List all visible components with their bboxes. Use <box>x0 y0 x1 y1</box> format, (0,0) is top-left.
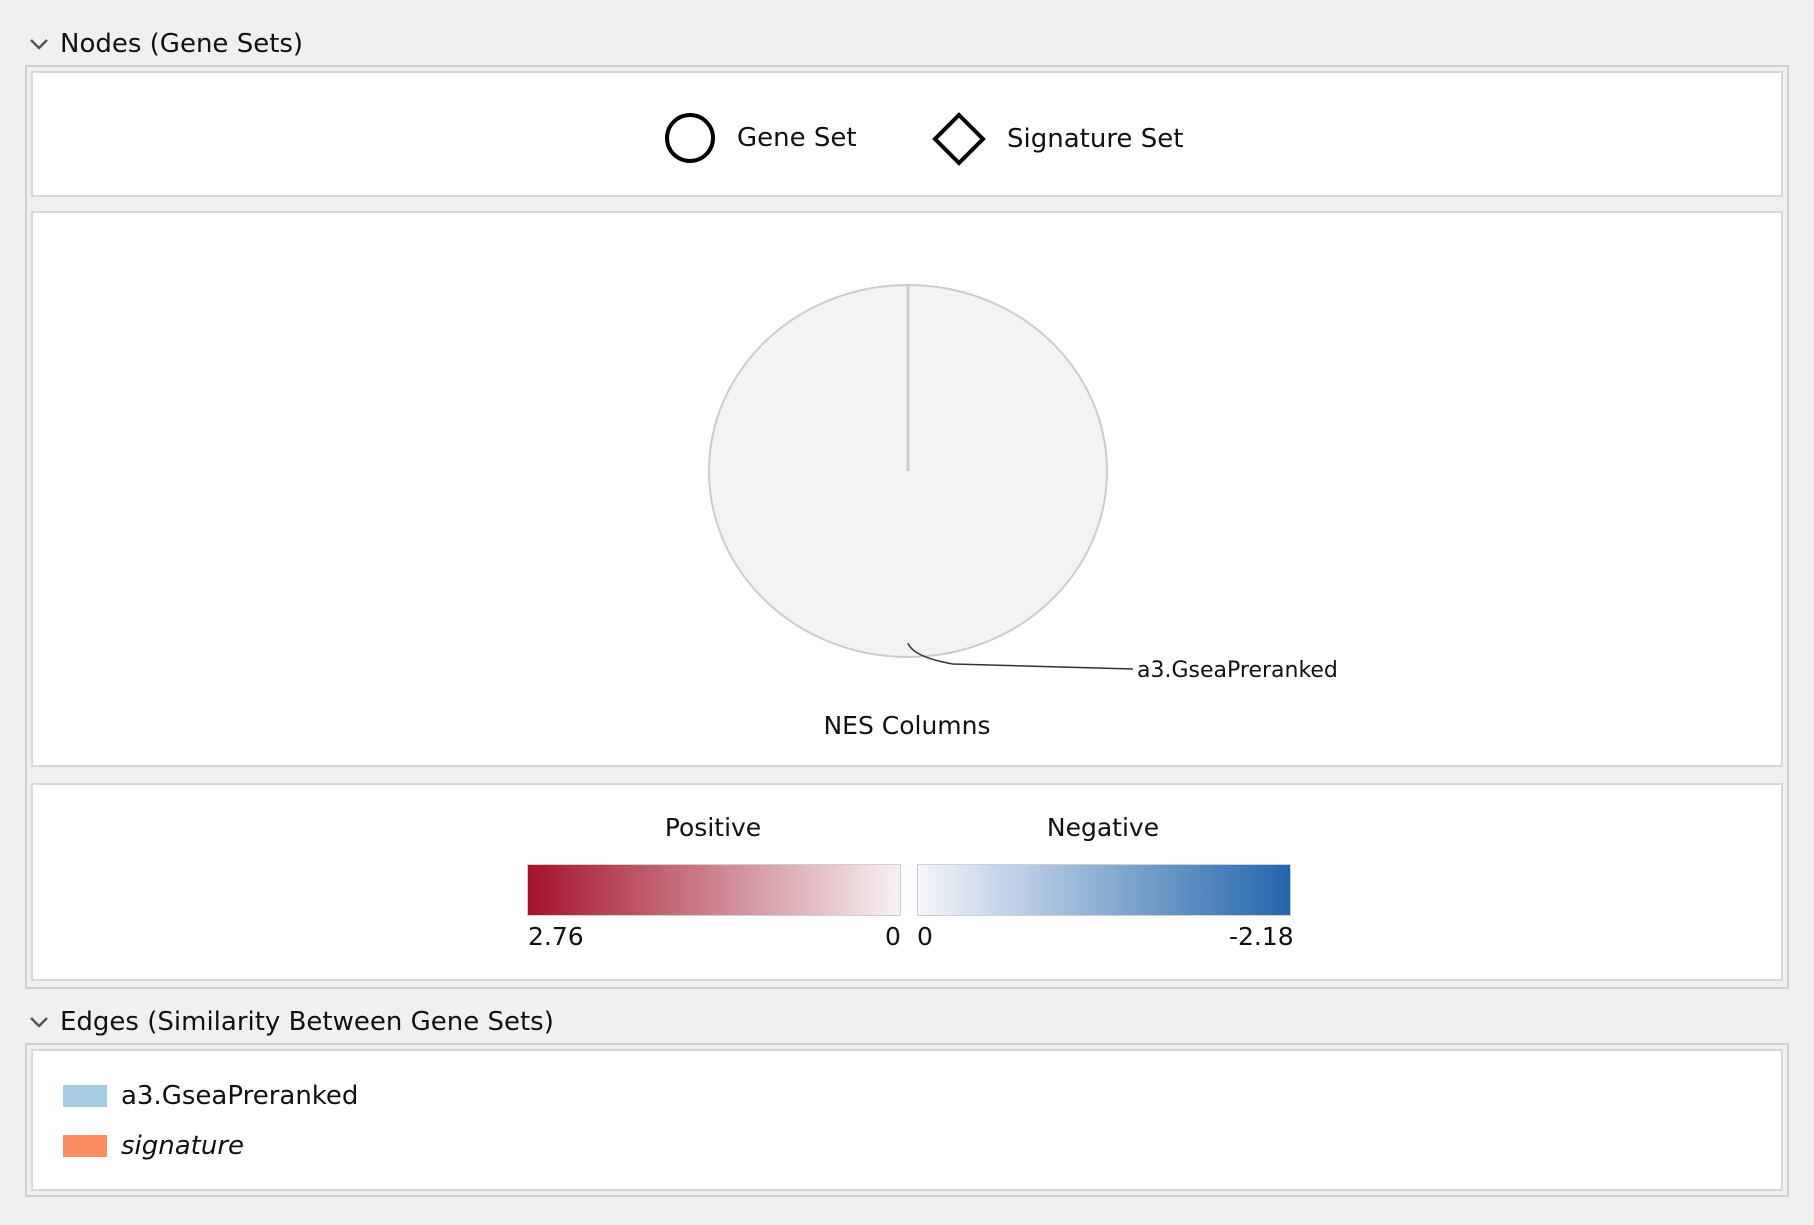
edge-color-swatch <box>63 1085 107 1107</box>
positive-min-tick: 0 <box>885 922 901 951</box>
negative-min-tick: 0 <box>917 922 933 951</box>
positive-max-tick: 2.76 <box>528 922 584 951</box>
negative-max-tick: -2.18 <box>1229 922 1294 951</box>
negative-gradient-bar <box>917 864 1291 916</box>
positive-label: Positive <box>664 813 762 842</box>
edge-legend-item: a3.GseaPreranked <box>63 1081 358 1111</box>
edges-section-title: Edges (Similarity Between Gene Sets) <box>60 1007 554 1037</box>
nodes-group-box: Gene Set Signature Set a3.GseaPreranked … <box>25 65 1789 989</box>
edge-legend-label: signature <box>121 1131 245 1161</box>
negative-label: Negative <box>1046 813 1160 842</box>
nes-color-scale-panel: Positive Negative 2.76 0 0 -2.18 <box>31 783 1783 981</box>
edge-legend-item: signature <box>63 1131 244 1161</box>
chevron-down-icon <box>30 39 48 50</box>
legend-gene-set: Gene Set <box>663 111 857 165</box>
edges-group-box: a3.GseaPreranked signature <box>25 1043 1789 1197</box>
nes-pie-chart: a3.GseaPreranked <box>708 284 1338 683</box>
circle-icon <box>665 113 715 163</box>
edge-color-swatch <box>63 1135 107 1157</box>
signature-set-label: Signature Set <box>1007 124 1184 154</box>
nes-pie-panel: a3.GseaPreranked NES Columns <box>31 211 1783 767</box>
pie-slice-label: a3.GseaPreranked <box>1137 658 1338 683</box>
edges-legend-panel: a3.GseaPreranked signature <box>31 1049 1783 1191</box>
chevron-down-icon <box>30 1017 48 1028</box>
gene-set-label: Gene Set <box>737 123 857 153</box>
diamond-icon <box>932 112 986 166</box>
legend-signature-set: Signature Set <box>931 111 1183 167</box>
edge-legend-label: a3.GseaPreranked <box>121 1081 359 1111</box>
nes-columns-title: NES Columns <box>823 711 991 740</box>
edges-section-header[interactable]: Edges (Similarity Between Gene Sets) <box>28 1004 554 1040</box>
nodes-section-title: Nodes (Gene Sets) <box>60 29 304 59</box>
node-shape-legend: Gene Set Signature Set <box>31 71 1783 197</box>
nodes-section-header[interactable]: Nodes (Gene Sets) <box>28 26 303 62</box>
positive-gradient-bar <box>527 864 901 916</box>
